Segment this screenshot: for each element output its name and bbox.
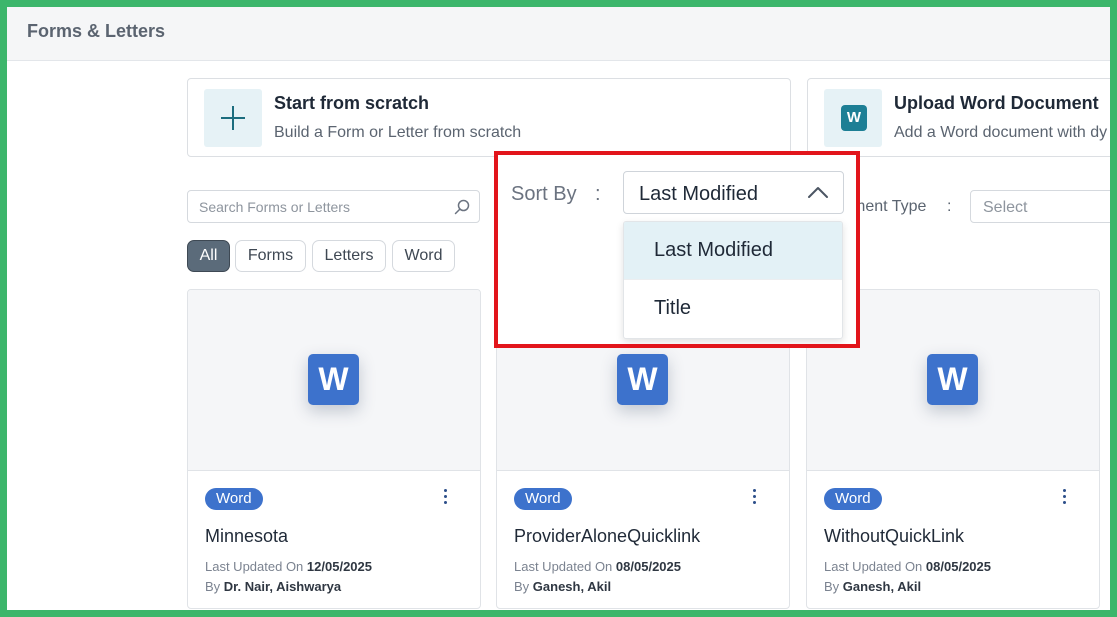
document-type-label: ment Type xyxy=(852,198,927,215)
document-type-colon: : xyxy=(947,198,952,215)
word-icon: W xyxy=(617,354,668,405)
plus-icon xyxy=(204,89,262,147)
action-subtitle: Build a Form or Letter from scratch xyxy=(274,124,522,141)
action-subtitle: Add a Word document with dy xyxy=(894,124,1108,141)
card-title[interactable]: WithoutQuickLink xyxy=(824,526,964,547)
document-type-select[interactable]: Select xyxy=(970,190,1110,223)
more-options-icon[interactable] xyxy=(749,489,759,507)
last-updated: Last Updated On 08/05/2025 xyxy=(824,559,991,574)
search-input[interactable]: Search Forms or Letters xyxy=(187,190,480,223)
filter-chip-all[interactable]: All xyxy=(187,240,230,272)
highlight-box xyxy=(494,151,860,348)
more-options-icon[interactable] xyxy=(440,489,450,507)
app-frame: Forms & Letters Start from scratch Build… xyxy=(7,7,1110,610)
filter-chip-word[interactable]: Word xyxy=(392,240,455,272)
last-updated: Last Updated On 12/05/2025 xyxy=(205,559,372,574)
search-placeholder: Search Forms or Letters xyxy=(199,199,350,215)
word-icon: W xyxy=(824,89,882,147)
page-title: Forms & Letters xyxy=(27,21,166,41)
last-updated: Last Updated On 08/05/2025 xyxy=(514,559,681,574)
action-title: Start from scratch xyxy=(274,93,430,113)
updated-by: By Ganesh, Akil xyxy=(824,579,922,594)
document-card[interactable]: W Word Minnesota Last Updated On 12/05/2… xyxy=(187,289,481,609)
card-title[interactable]: ProviderAloneQuicklink xyxy=(514,526,700,547)
more-options-icon[interactable] xyxy=(1059,489,1069,507)
updated-by: By Ganesh, Akil xyxy=(514,579,612,594)
card-title[interactable]: Minnesota xyxy=(205,526,288,547)
top-bar: Forms & Letters xyxy=(7,7,1110,61)
word-icon: W xyxy=(927,354,978,405)
card-thumbnail: W xyxy=(188,290,480,471)
upload-word-document-card[interactable]: W Upload Word Document Add a Word docume… xyxy=(807,78,1110,157)
word-icon: W xyxy=(308,354,359,405)
type-badge: Word xyxy=(514,488,572,510)
type-badge: Word xyxy=(824,488,882,510)
filter-chip-forms[interactable]: Forms xyxy=(235,240,306,272)
filter-chip-letters[interactable]: Letters xyxy=(312,240,386,272)
type-badge: Word xyxy=(205,488,263,510)
document-type-placeholder: Select xyxy=(983,199,1028,216)
start-from-scratch-card[interactable]: Start from scratch Build a Form or Lette… xyxy=(187,78,791,157)
updated-by: By Dr. Nair, Aishwarya xyxy=(205,579,342,594)
search-icon[interactable] xyxy=(453,198,471,216)
action-title: Upload Word Document xyxy=(894,93,1099,113)
